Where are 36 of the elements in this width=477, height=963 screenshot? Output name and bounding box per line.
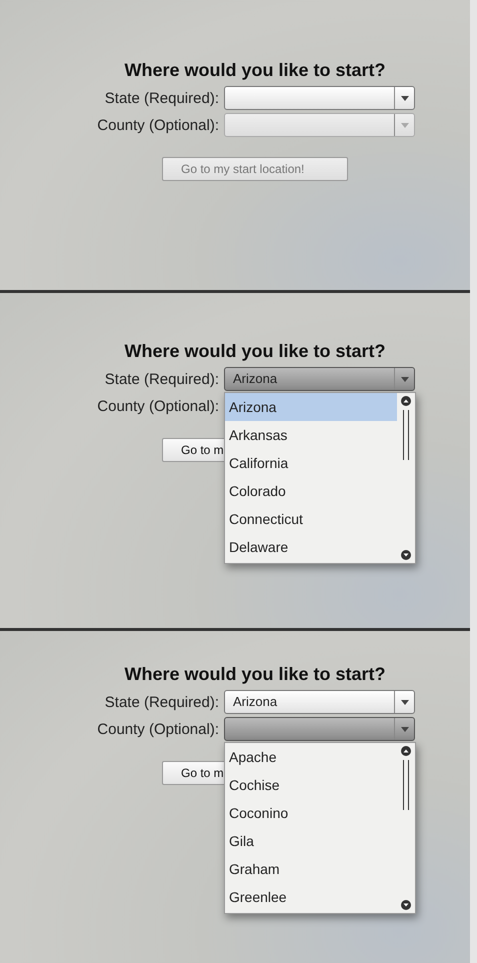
scroll-down-icon[interactable] [401, 550, 411, 560]
dropdown-option[interactable]: Coconino [225, 799, 397, 827]
field-label: County (Optional): [97, 720, 219, 738]
select-field[interactable] [224, 717, 415, 741]
form-heading: Where would you like to start? [124, 664, 386, 685]
dropdown-option[interactable]: California [225, 449, 397, 477]
field-label: County (Optional): [97, 398, 219, 414]
caret-icon [400, 700, 408, 704]
field-label: County (Optional): [97, 116, 219, 134]
dropdown-option[interactable]: Gila [225, 827, 397, 855]
caret-icon [400, 376, 408, 382]
field-label: State (Required): [104, 370, 219, 388]
caret-icon [400, 726, 408, 732]
dropdown-option[interactable]: Apache [225, 743, 397, 771]
caret-icon [400, 122, 408, 128]
field-label: State (Required): [104, 694, 219, 710]
select-field[interactable] [224, 86, 415, 110]
dropdown-option[interactable]: Delaware [225, 533, 397, 561]
scrollbar-thumb[interactable] [403, 760, 409, 810]
field-label: State (Required): [104, 90, 219, 106]
scrollbar-thumb[interactable] [403, 410, 409, 460]
scroll-down-icon[interactable] [401, 900, 411, 910]
select-field[interactable]: Arizona [224, 367, 415, 391]
form-heading: Where would you like to start? [124, 60, 386, 81]
caret-icon [400, 96, 408, 100]
dropdown-option[interactable]: Colorado [225, 477, 397, 505]
dropdown-option[interactable]: Cochise [225, 771, 397, 799]
scroll-up-icon[interactable] [401, 396, 411, 406]
dropdown-option[interactable]: Connecticut [225, 505, 397, 533]
dropdown-option[interactable]: Arizona [225, 393, 397, 421]
dropdown-option[interactable]: Graham [225, 855, 397, 883]
dropdown-option[interactable]: Arkansas [225, 421, 397, 449]
dropdown-option[interactable]: Greenlee [225, 883, 397, 911]
select-field[interactable]: Arizona [224, 690, 415, 714]
scroll-up-icon[interactable] [401, 746, 411, 756]
form-heading: Where would you like to start? [124, 341, 386, 362]
